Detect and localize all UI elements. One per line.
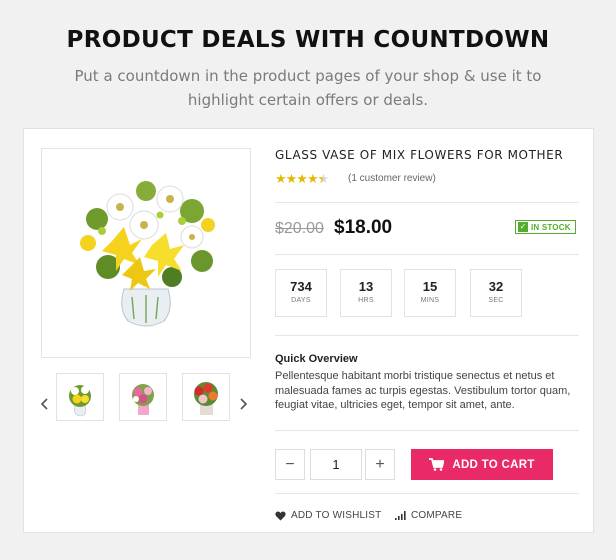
add-to-cart-label: ADD TO CART <box>452 458 535 471</box>
quick-overview-text: Pellentesque habitant morbi tristique se… <box>275 370 571 411</box>
countdown-hours: 13 HRS <box>340 269 392 317</box>
product-title: GLASS VASE OF MIX FLOWERS FOR MOTHER <box>275 148 564 162</box>
page-title: PRODUCT DEALS WITH COUNTDOWN <box>66 27 550 53</box>
thumbnail-red-rose-bouquet[interactable] <box>182 373 230 421</box>
compare-label: COMPARE <box>411 510 463 521</box>
thumbnail-pink-bouquet[interactable] <box>119 373 167 421</box>
countdown-value: 13 <box>358 279 374 294</box>
chevron-left-icon[interactable] <box>38 397 52 411</box>
countdown-label: SEC <box>488 297 504 304</box>
quantity-input[interactable] <box>310 449 362 480</box>
countdown-label: DAYS <box>291 297 311 304</box>
stock-badge: ✓ IN STOCK <box>515 220 576 234</box>
star-rating-icon: ★★★★★ <box>275 171 329 186</box>
quantity-increase-button[interactable]: + <box>365 449 395 480</box>
add-to-wishlist-link[interactable]: ADD TO WISHLIST <box>275 510 381 521</box>
quantity-decrease-button[interactable]: − <box>275 449 305 480</box>
countdown-label: HRS <box>358 297 374 304</box>
divider <box>275 430 579 431</box>
cart-icon <box>429 458 445 471</box>
bar-chart-icon <box>395 511 406 520</box>
product-card: GLASS VASE OF MIX FLOWERS FOR MOTHER ★★★… <box>23 128 594 533</box>
bouquet-image <box>80 181 215 327</box>
countdown-label: MINS <box>420 297 440 304</box>
wishlist-label: ADD TO WISHLIST <box>291 510 382 521</box>
divider <box>275 335 579 336</box>
divider <box>275 254 579 255</box>
divider <box>275 202 579 203</box>
check-icon: ✓ <box>518 222 528 232</box>
compare-link[interactable]: COMPARE <box>395 510 462 521</box>
divider <box>275 493 579 494</box>
heart-icon <box>275 511 286 520</box>
countdown-minutes: 15 MINS <box>404 269 456 317</box>
old-price: $20.00 <box>275 220 324 237</box>
countdown-value: 15 <box>422 279 438 294</box>
countdown-seconds: 32 SEC <box>470 269 522 317</box>
countdown-days: 734 DAYS <box>275 269 327 317</box>
page-subtitle: Put a countdown in the product pages of … <box>74 67 542 109</box>
product-main-image[interactable] <box>41 148 251 358</box>
add-to-cart-button[interactable]: ADD TO CART <box>411 449 553 480</box>
countdown-value: 734 <box>290 279 312 294</box>
chevron-right-icon[interactable] <box>236 397 250 411</box>
countdown-value: 32 <box>488 279 504 294</box>
sale-price: $18.00 <box>334 217 393 238</box>
stock-label: IN STOCK <box>531 222 571 232</box>
review-link[interactable]: (1 customer review) <box>348 173 436 184</box>
thumbnail-yellow-bouquet[interactable] <box>56 373 104 421</box>
quick-overview-heading: Quick Overview <box>275 353 358 365</box>
